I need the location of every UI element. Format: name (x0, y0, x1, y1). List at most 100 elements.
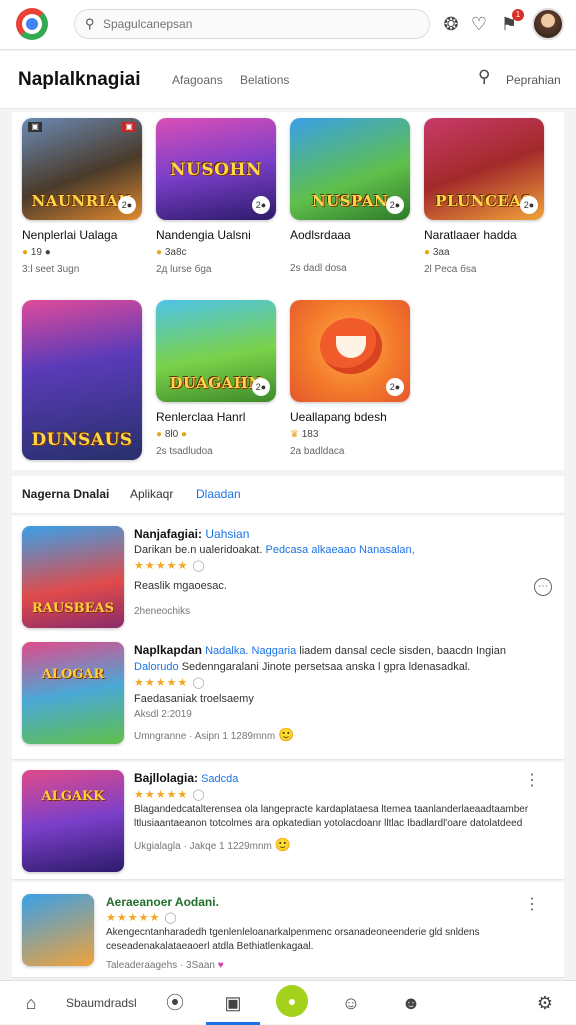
list-title: Bajllolagia: Sadcda (134, 771, 239, 785)
game-thumbnail[interactable]: DUAGAHN 2● (156, 300, 276, 402)
game-title: Ueallapang bdesh (290, 410, 387, 424)
more-options-icon[interactable]: ⋮ (524, 770, 540, 790)
user-avatar[interactable] (532, 8, 564, 40)
notifications-bell-icon[interactable]: ⚑ 1 (496, 9, 524, 37)
list-panel: Aeraeanoer Aodani. ★★★★★ ◯ Akengecntanha… (12, 882, 564, 978)
game-thumbnail[interactable]: DUNSAUS (22, 300, 142, 460)
game-card[interactable]: NUSOHN 2● Nandengia Ualsni ● 3a8с 2д lur… (156, 118, 280, 275)
search-icon: ⚲ (85, 16, 95, 31)
game-thumbnail[interactable]: 2● (290, 300, 410, 402)
game-card[interactable]: 2● Ueallapang bdesh ♛ 183 2a badldaca (290, 300, 414, 457)
page-header: Naplalknagiai Afagoans Belations ⚲ Pepra… (0, 51, 576, 109)
top-bar: ⚲ ❂ ♡ ⚑ 1 (0, 0, 576, 50)
game-card[interactable]: NUSPAN 2● Aodlsrdaaa 2s dadl dosa (290, 118, 414, 274)
list-art-title: RAUSBEAS (32, 601, 114, 616)
game-card[interactable]: ▣ ▣ NAUNRIAN 2● Nenplerlai Ualaga ● 19 ●… (22, 118, 146, 275)
achievements-icon[interactable]: ❂ (438, 11, 464, 37)
library-icon[interactable]: ▣ (206, 989, 260, 1025)
list-thumbnail[interactable]: RAUSBEAS (22, 526, 124, 628)
search-bar[interactable]: ⚲ (74, 9, 430, 39)
play-count-icon: 2● (118, 196, 136, 214)
game-thumbnail[interactable]: NUSPAN 2● (290, 118, 410, 220)
game-meta: 3:l seet 3ugn (22, 264, 80, 275)
search-input[interactable] (103, 15, 413, 33)
list-meta: Aksdl 2:2019 (134, 709, 192, 720)
shield-icon[interactable]: ♡ (466, 11, 492, 37)
star-rating: ★★★★★ ◯ (106, 912, 178, 924)
list-meta: 2heneochiks (134, 606, 191, 617)
list-footer: Umngranne · Asipn 1 1289mnm 🙂 (134, 727, 295, 742)
flag-icon: ▣ (122, 122, 136, 132)
game-title: Renlerclaa Hanrl (156, 410, 246, 424)
list-art-title: ALOGAR (41, 667, 105, 682)
tab-afagoans[interactable]: Afagoans (172, 73, 223, 87)
game-meta: 2s dadl dosa (290, 263, 347, 274)
game-rating: ● 3aa (424, 247, 450, 258)
list-thumbnail[interactable]: ALGAKK (22, 770, 124, 872)
list-description: Dalorudo Sedenngaralani Jinote persetsaa… (134, 661, 471, 673)
compass-icon[interactable]: ⦿ (162, 989, 188, 1017)
list-description: Blagandedcatalterensea ola langepracte k… (134, 804, 529, 829)
list-panel: RAUSBEAS Nanjafagiai: Uahsian Darikan be… (12, 516, 564, 760)
list-description: Akengecntanharadedh tgenlenleloanarkalpe… (106, 927, 480, 952)
list-footer: Taleaderaagehs · 3Saan ♥ (106, 960, 224, 971)
header-search-icon[interactable]: ⚲ (478, 67, 490, 87)
list-text: Naplkapdan Nadalka. Naggaria liadem dans… (134, 642, 544, 745)
play-count-icon: 2● (386, 196, 404, 214)
game-title: Nenplerlai Ualaga (22, 228, 118, 242)
game-rating: ● 3a8с (156, 247, 187, 258)
game-meta: 2s tsadludoa (156, 446, 213, 457)
game-rating: ● 19 ● (22, 247, 51, 258)
list-thumbnail[interactable] (22, 894, 94, 966)
bottom-navigation: ⌂ Sbaumdradsl ⦿ ▣ ● ☺ ☻ ⚙ (0, 980, 576, 1025)
game-title: Naratlaaer hadda (424, 228, 517, 242)
list-line: Faedasaniak troelsaemy (134, 693, 254, 705)
list-item[interactable]: ALOGAR Naplkapdan Nadalka. Naggaria liad… (22, 642, 552, 746)
list-panel: ALGAKK Bajllolagia: Sadcda ★★★★★ ◯ Blaga… (12, 762, 564, 880)
section-title: Nagerna Dnalai (22, 487, 110, 501)
game-card[interactable]: PLUNCEAS 2● Naratlaaer hadda ● 3aa 2l Pe… (424, 118, 548, 275)
app-logo-icon[interactable] (16, 8, 48, 40)
list-line: Reaslik mgaoesac. (134, 580, 227, 592)
game-meta: 2a badldaca (290, 446, 345, 457)
game-card[interactable]: DUNSAUS (22, 300, 146, 460)
page-title: Naplalknagiai (18, 69, 141, 90)
settings-icon[interactable]: ⚙ (532, 989, 558, 1017)
play-count-icon: 2● (386, 378, 404, 396)
list-art-title: ALGAKK (41, 789, 105, 804)
list-text: Aeraeanoer Aodani. ★★★★★ ◯ Akengecntanha… (106, 894, 536, 974)
tab-aplikaqr[interactable]: Aplikaqr (130, 487, 173, 501)
list-item[interactable]: ALGAKK Bajllolagia: Sadcda ★★★★★ ◯ Blaga… (22, 770, 552, 872)
game-thumbnail[interactable]: ▣ ▣ NAUNRIAN 2● (22, 118, 142, 220)
game-thumbnail[interactable]: NUSOHN 2● (156, 118, 276, 220)
game-thumbnail[interactable]: PLUNCEAS 2● (424, 118, 544, 220)
flag-icon: ▣ (28, 122, 42, 132)
tab-dlaadan[interactable]: Dlaadan (196, 487, 241, 501)
friends-icon[interactable]: ☺ (338, 989, 364, 1017)
list-thumbnail[interactable]: ALOGAR (22, 642, 124, 744)
list-item[interactable]: Aeraeanoer Aodani. ★★★★★ ◯ Akengecntanha… (22, 894, 552, 974)
list-title: Nanjafagiai: Uahsian (134, 527, 250, 541)
section-header: Nagerna Dnalai Aplikaqr Dlaadan (12, 476, 564, 514)
play-fab-icon[interactable]: ● (276, 985, 308, 1017)
profile-icon[interactable]: ☻ (398, 989, 424, 1017)
more-options-icon[interactable]: ⋮ (524, 894, 540, 914)
game-art-title: NUSOHN (169, 160, 263, 180)
list-description: Darikan be.n ualeridoakat. Pedcasa alkae… (134, 544, 415, 556)
play-count-icon: 2● (520, 196, 538, 214)
more-options-icon[interactable]: ⋯ (534, 578, 552, 596)
game-grid: ▣ ▣ NAUNRIAN 2● Nenplerlai Ualaga ● 19 ●… (12, 112, 564, 470)
header-link[interactable]: Peprahian (506, 73, 561, 87)
game-meta: 2д lurse бga (156, 264, 212, 275)
list-title: Aeraeanoer Aodani. (106, 895, 219, 909)
nav-label[interactable]: Sbaumdradsl (66, 989, 137, 1017)
star-rating: ★★★★★ ◯ (134, 789, 206, 801)
home-icon[interactable]: ⌂ (18, 989, 44, 1017)
list-item[interactable]: RAUSBEAS Nanjafagiai: Uahsian Darikan be… (22, 526, 552, 628)
list-title: Naplkapdan Nadalka. Naggaria liadem dans… (134, 643, 506, 657)
list-footer: Ukgialagla · Jakqe 1 1229mnm 🙂 (134, 837, 291, 852)
star-rating: ★★★★★ ◯ (134, 677, 206, 689)
game-card[interactable]: DUAGAHN 2● Renlerclaa Hanrl ● 8l0 ● 2s t… (156, 300, 280, 457)
tab-belations[interactable]: Belations (240, 73, 289, 87)
list-text: Bajllolagia: Sadcda ★★★★★ ◯ Blagandedcat… (134, 770, 544, 855)
